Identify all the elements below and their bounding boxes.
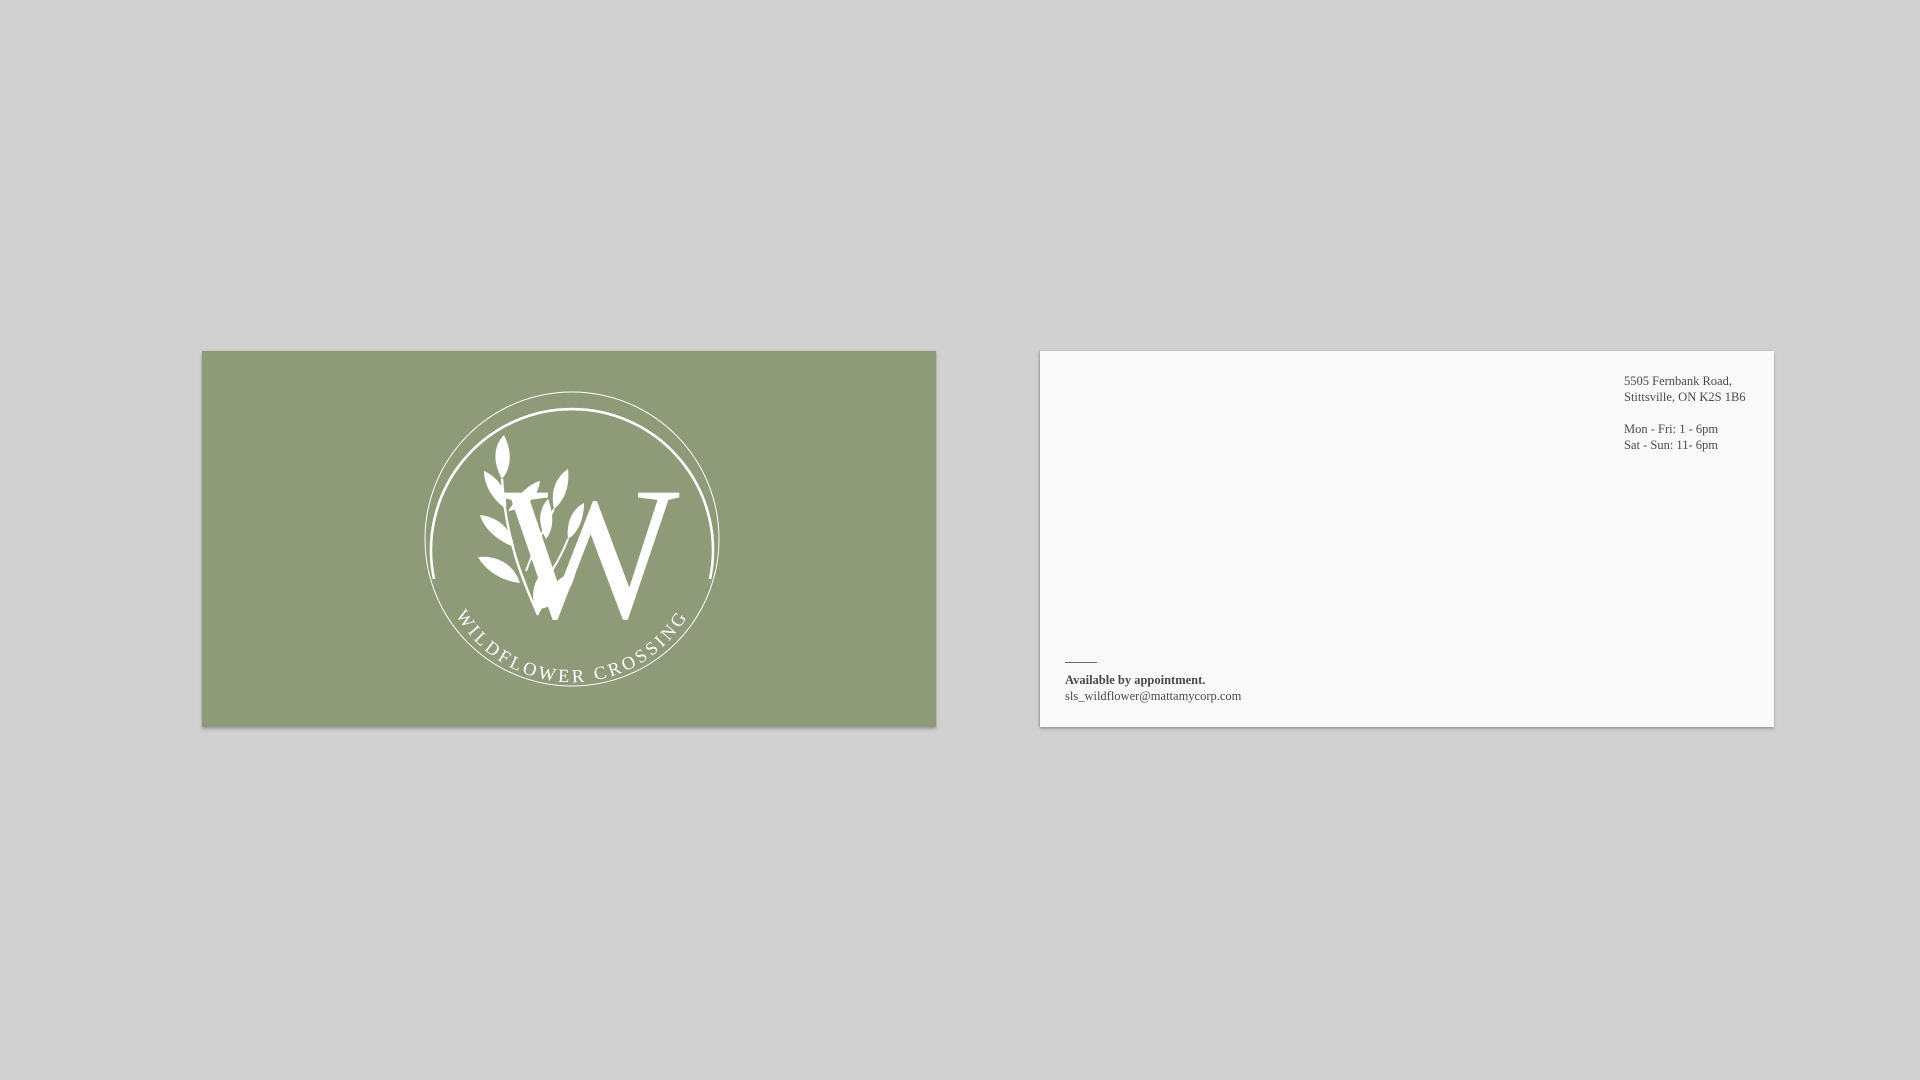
business-card-back: 5505 Fernbank Road, Stittsville, ON K2S … [1040,351,1774,727]
wildflower-crossing-logo: WILDFLOWER CROSSING W [424,391,720,687]
business-card-front: WILDFLOWER CROSSING W [202,351,936,727]
monogram-letter: W [500,449,679,659]
contact-footer: Available by appointment. sls_wildflower… [1065,662,1241,704]
email-text: sls_wildflower@mattamycorp.com [1065,689,1242,703]
availability-text: Available by appointment. [1065,673,1206,687]
address-hours-block: 5505 Fernbank Road, Stittsville, ON K2S … [1624,373,1746,453]
hours-weekend: Sat - Sun: 11- 6pm [1624,438,1718,452]
address-line-2: Stittsville, ON K2S 1B6 [1624,390,1746,404]
address-line-1: 5505 Fernbank Road, [1624,374,1732,388]
hours-weekday: Mon - Fri: 1 - 6pm [1624,422,1719,436]
footer-divider [1065,662,1097,663]
